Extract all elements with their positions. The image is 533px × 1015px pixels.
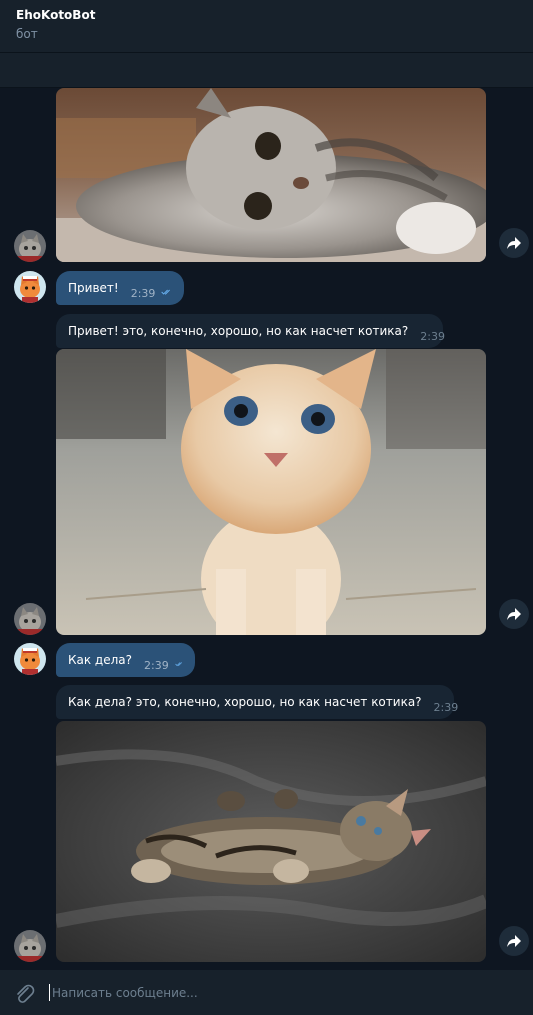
forward-arrow-icon [507, 608, 521, 620]
message-time: 2:39 [144, 658, 169, 672]
cat-photo-1[interactable] [56, 88, 486, 262]
bot-avatar[interactable] [14, 930, 46, 962]
message-time: 2:39 [433, 700, 459, 714]
forward-button[interactable] [499, 599, 529, 629]
incoming-message[interactable]: Привет! это, конечно, хорошо, но как нас… [56, 314, 445, 348]
chat-subtitle: бот [16, 27, 38, 41]
text-caret [49, 984, 50, 1001]
message-text: Как дела? [68, 653, 133, 667]
message-text: Как дела? это, конечно, хорошо, но как н… [68, 695, 422, 709]
chat-title: EhoKotoBot [16, 8, 96, 22]
paperclip-icon[interactable] [13, 983, 35, 1005]
tabby-kitten-image [56, 721, 486, 962]
bot-avatar[interactable] [14, 230, 46, 262]
double-check-icon [161, 289, 171, 295]
forward-arrow-icon [507, 237, 521, 249]
message-list[interactable]: Привет! 2:39 Привет! это, конечно, хорош… [0, 88, 533, 970]
forward-button[interactable] [499, 228, 529, 258]
ginger-kitten-image [56, 349, 486, 635]
forward-button[interactable] [499, 926, 529, 956]
cat-photo-3[interactable] [56, 721, 486, 962]
user-avatar[interactable] [14, 643, 46, 675]
incoming-message[interactable]: Как дела? это, конечно, хорошо, но как н… [56, 685, 458, 719]
outgoing-message[interactable]: Как дела? 2:39 [56, 643, 195, 677]
double-check-icon [174, 662, 182, 667]
message-text: Привет! это, конечно, хорошо, но как нас… [68, 324, 409, 338]
message-time: 2:39 [420, 329, 445, 343]
message-composer [0, 970, 533, 1015]
message-text: Привет! [68, 281, 119, 295]
outgoing-message[interactable]: Привет! 2:39 [56, 271, 184, 305]
bot-avatar[interactable] [14, 603, 46, 635]
cat-photo-2[interactable] [56, 349, 486, 635]
forward-arrow-icon [507, 935, 521, 947]
message-input[interactable] [52, 981, 512, 1005]
pinned-bar [0, 52, 533, 88]
chat-header[interactable]: EhoKotoBot бот [0, 0, 533, 52]
message-time: 2:39 [130, 286, 156, 300]
gray-kitten-image [56, 88, 486, 262]
user-avatar[interactable] [14, 271, 46, 303]
